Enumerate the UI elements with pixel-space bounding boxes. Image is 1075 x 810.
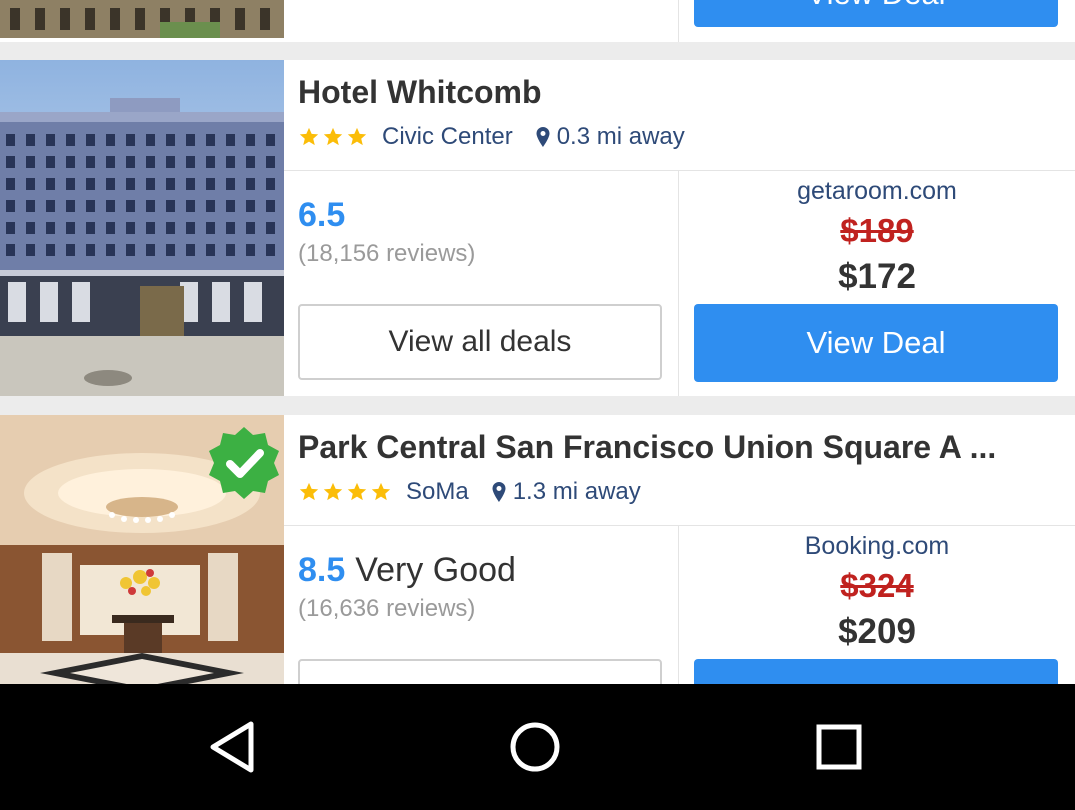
- nav-back-button[interactable]: [197, 712, 267, 782]
- star-icon: [347, 482, 367, 501]
- hotel-info: Park Central San Francisco Union Square …: [284, 415, 1075, 684]
- home-circle-icon: [510, 722, 560, 772]
- hotel-name[interactable]: Park Central San Francisco Union Square …: [298, 429, 1055, 466]
- divider: [678, 0, 679, 42]
- star-icon: [371, 482, 391, 501]
- view-all-deals-button[interactable]: View all deals: [298, 304, 662, 380]
- deal-provider: Booking.com: [804, 532, 950, 560]
- star-icon: [347, 127, 367, 146]
- system-nav-bar: [0, 684, 1075, 810]
- hotel-meta: SoMa 1.3 mi away: [298, 477, 641, 507]
- view-deal-button-previous[interactable]: View Deal: [694, 0, 1058, 27]
- hotel-card[interactable]: Hotel Whitcomb Civic Center 0.3 mi away …: [0, 60, 1075, 396]
- review-score-label: Very Good: [355, 551, 516, 589]
- hotel-photo[interactable]: [0, 415, 284, 684]
- distance: 0.3 mi away: [556, 123, 685, 150]
- review-score: 8.5: [298, 551, 346, 589]
- deal-price: $209: [838, 612, 916, 651]
- recents-square-icon: [816, 724, 862, 770]
- hotel-list[interactable]: View Deal: [0, 0, 1075, 684]
- divider: [284, 170, 1075, 171]
- star-icon: [323, 127, 343, 146]
- distance: 1.3 mi away: [512, 478, 641, 505]
- neighborhood: SoMa: [406, 478, 469, 505]
- review-count: (18,156 reviews): [298, 240, 476, 267]
- hotel-card-previous[interactable]: View Deal: [0, 0, 1075, 42]
- hotel-meta: Civic Center 0.3 mi away: [298, 122, 685, 152]
- map-pin-icon: [536, 127, 550, 147]
- original-price: $189: [840, 212, 914, 249]
- view-deal-button[interactable]: View Deal: [694, 659, 1058, 684]
- neighborhood: Civic Center: [382, 123, 513, 150]
- hotel-photo[interactable]: [0, 60, 284, 396]
- map-pin-icon: [492, 482, 506, 502]
- divider: [284, 525, 1075, 526]
- view-deal-button[interactable]: View Deal: [694, 304, 1058, 382]
- star-rating: [298, 126, 368, 148]
- view-all-deals-button[interactable]: View all deals: [298, 659, 662, 684]
- hotel-name[interactable]: Hotel Whitcomb: [298, 74, 1055, 111]
- star-icon: [323, 482, 343, 501]
- star-icon: [299, 127, 319, 146]
- rating-row: 6.5: [298, 196, 355, 235]
- hotel-photo-previous[interactable]: [0, 0, 284, 38]
- nav-home-button[interactable]: [500, 712, 570, 782]
- verified-badge-icon: [209, 427, 279, 499]
- review-score: 6.5: [298, 196, 346, 234]
- deal-provider: getaroom.com: [797, 177, 957, 205]
- deal-price: $172: [838, 257, 916, 296]
- star-rating: [298, 481, 392, 503]
- screen: View Deal: [0, 0, 1075, 810]
- hotel-card[interactable]: Park Central San Francisco Union Square …: [0, 415, 1075, 684]
- original-price: $324: [840, 567, 914, 604]
- star-icon: [299, 482, 319, 501]
- review-count: (16,636 reviews): [298, 595, 476, 622]
- back-triangle-icon: [210, 721, 254, 773]
- hotel-info: Hotel Whitcomb Civic Center 0.3 mi away …: [284, 60, 1075, 396]
- rating-row: 8.5 Very Good: [298, 551, 516, 590]
- nav-recents-button[interactable]: [804, 712, 874, 782]
